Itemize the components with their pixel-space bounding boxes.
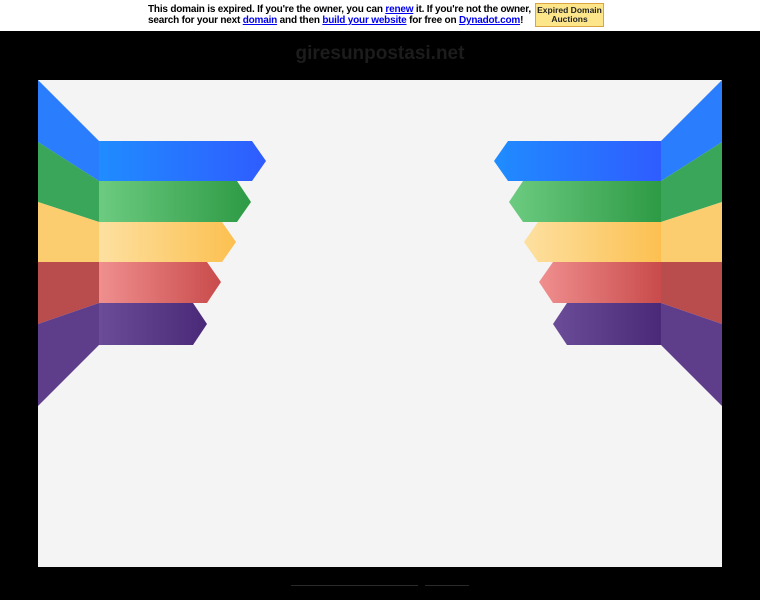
parked-page-stage — [38, 80, 722, 567]
left-arrow-green — [99, 181, 251, 222]
left-ribbon-sides — [38, 80, 99, 406]
renew-link[interactable]: renew — [385, 4, 413, 15]
domain-link[interactable]: domain — [243, 15, 278, 26]
notice-text-1: This domain is expired. If you're the ow… — [148, 4, 386, 15]
right-ribbon-arrows — [494, 141, 661, 345]
right-arrow-purple — [553, 303, 661, 345]
right-arrow-blue — [494, 141, 661, 181]
right-arrow-red — [539, 262, 661, 303]
right-ribbon-sides — [661, 80, 722, 406]
site-title: giresunpostasi.net — [295, 43, 465, 64]
auctions-button-line-2: Auctions — [551, 14, 588, 24]
left-arrow-blue — [99, 141, 266, 181]
dynadot-link[interactable]: Dynadot.com — [459, 15, 520, 26]
left-arrow-red — [99, 262, 221, 303]
build-website-link[interactable]: build your website — [322, 15, 406, 26]
notice-text-4: for free on — [406, 15, 459, 26]
right-arrow-green — [509, 181, 661, 222]
footer-link-underline[interactable] — [425, 585, 469, 586]
notice-text-5: ! — [520, 15, 524, 26]
left-arrow-yellow — [99, 222, 236, 262]
expired-domain-bar: This domain is expired. If you're the ow… — [0, 0, 760, 31]
footer-link-underline[interactable] — [291, 585, 418, 586]
ribbon-artwork — [38, 80, 722, 406]
left-ribbon-arrows — [99, 141, 266, 345]
left-arrow-purple — [99, 303, 207, 345]
right-arrow-yellow — [524, 222, 661, 262]
notice-text-3: and then — [277, 15, 323, 26]
expired-notice: This domain is expired. If you're the ow… — [148, 4, 532, 26]
expired-domain-auctions-button[interactable]: Expired Domain Auctions — [535, 3, 604, 27]
